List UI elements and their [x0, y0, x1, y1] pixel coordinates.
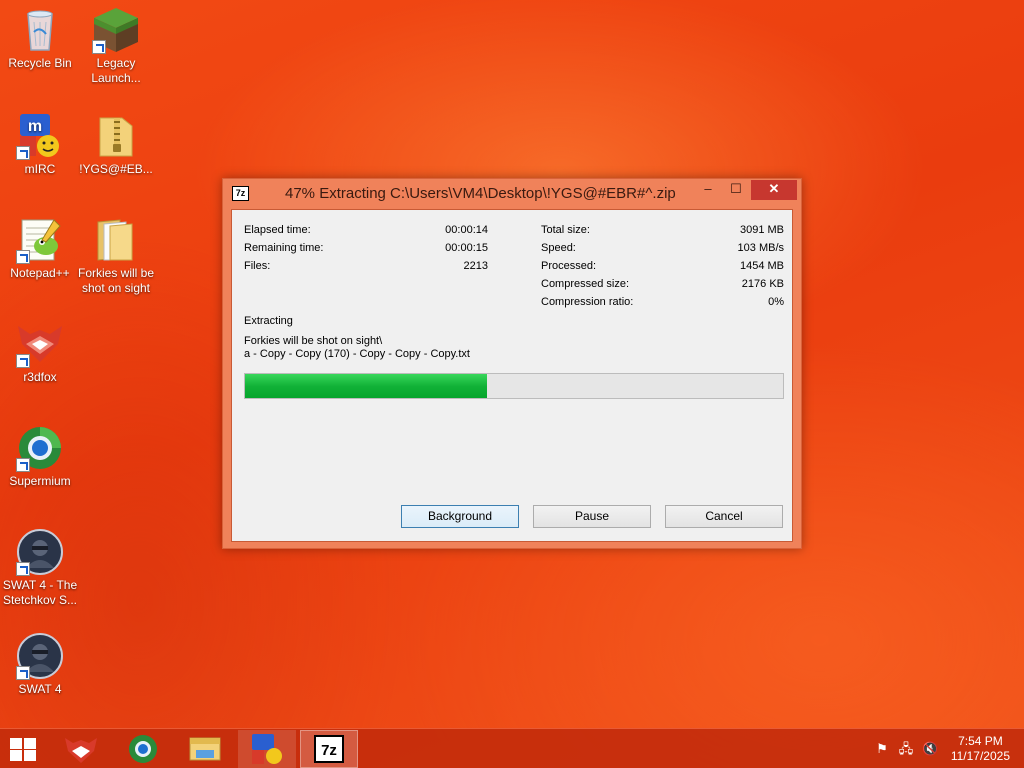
windows-logo-icon — [24, 750, 36, 761]
files-value: 2213 — [463, 260, 488, 272]
taskbar-item-file-explorer[interactable] — [176, 730, 234, 768]
remaining-time-label: Remaining time: — [244, 242, 324, 254]
start-button[interactable] — [8, 737, 38, 761]
shortcut-arrow-icon — [16, 562, 30, 576]
taskbar: 7z ⚑ 🖧 🔇 7:54 PM 11/17/2025 — [0, 728, 1024, 768]
operation-label: Extracting — [244, 315, 293, 327]
mirc-icon: m — [16, 112, 64, 160]
volume-muted-icon[interactable]: 🔇 — [922, 741, 938, 757]
shortcut-arrow-icon — [16, 146, 30, 160]
processed-label: Processed: — [541, 260, 597, 272]
svg-text:m: m — [28, 118, 42, 135]
notepad-plus-plus-icon — [16, 216, 64, 264]
file-explorer-icon — [189, 737, 221, 761]
network-icon[interactable]: 🖧 — [898, 741, 914, 757]
desktop-icon-swat4-stetchkov[interactable]: SWAT 4 - The Stetchkov S... — [0, 528, 80, 608]
desktop-icon-notepad-plus-plus[interactable]: Notepad++ — [0, 216, 80, 281]
svg-text:7z: 7z — [321, 742, 337, 759]
taskbar-item-mirc[interactable] — [238, 730, 296, 768]
compressed-size-label: Compressed size: — [541, 278, 630, 290]
shortcut-arrow-icon — [16, 458, 30, 472]
swat4-icon — [16, 632, 64, 680]
desktop-icon-supermium[interactable]: Supermium — [0, 424, 80, 489]
windows-logo-icon — [24, 738, 36, 749]
taskbar-item-r3dfox[interactable] — [52, 730, 110, 768]
elapsed-time-label: Elapsed time: — [244, 224, 311, 236]
extract-progress-window[interactable]: 7z 47% Extracting C:\Users\VM4\Desktop\!… — [222, 178, 802, 549]
supermium-icon — [129, 735, 157, 763]
desktop-icon-swat4[interactable]: SWAT 4 — [0, 632, 80, 697]
pause-button[interactable]: Pause — [533, 505, 651, 528]
minimize-button[interactable]: – — [695, 180, 721, 200]
processed-value: 1454 MB — [739, 260, 784, 272]
elapsed-time-value: 00:00:14 — [445, 224, 488, 236]
title-bar[interactable]: 7z 47% Extracting C:\Users\VM4\Desktop\!… — [223, 179, 801, 209]
mirc-icon — [252, 734, 282, 764]
desktop-icon-mirc[interactable]: m mIRC — [0, 112, 80, 177]
compressed-size-value: 2176 KB — [741, 278, 784, 290]
total-size-value: 3091 MB — [739, 224, 784, 236]
clock-time: 7:54 PM — [958, 734, 1003, 748]
desktop-icon-label: SWAT 4 — [18, 682, 62, 696]
folder-icon — [92, 216, 140, 264]
desktop-icon-zip-archive[interactable]: !YGS@#EB... — [76, 112, 156, 177]
desktop-icon-recycle-bin[interactable]: Recycle Bin — [0, 6, 80, 71]
window-title: 47% Extracting C:\Users\VM4\Desktop\!YGS… — [285, 185, 676, 202]
system-clock[interactable]: 7:54 PM 11/17/2025 — [951, 734, 1010, 764]
cancel-button[interactable]: Cancel — [665, 505, 783, 528]
progress-bar — [244, 373, 784, 399]
minecraft-grass-block-icon — [92, 6, 140, 54]
current-file-text: a - Copy - Copy (170) - Copy - Copy - Co… — [244, 348, 470, 360]
total-size-label: Total size: — [541, 224, 590, 236]
remaining-time-value: 00:00:15 — [445, 242, 488, 254]
7zip-icon: 7z — [314, 735, 344, 763]
7zip-app-icon[interactable]: 7z — [232, 186, 249, 201]
desktop-icon-label: Supermium — [9, 474, 71, 488]
desktop-icon-label: Forkies will be shot on sight — [77, 266, 155, 295]
zip-folder-icon — [92, 112, 140, 160]
speed-label: Speed: — [541, 242, 576, 254]
taskbar-item-supermium[interactable] — [114, 730, 172, 768]
shortcut-arrow-icon — [16, 250, 30, 264]
desktop-icon-label: Legacy Launch... — [91, 56, 141, 85]
shortcut-arrow-icon — [16, 666, 30, 680]
background-button[interactable]: Background — [401, 505, 519, 528]
compression-ratio-label: Compression ratio: — [541, 296, 634, 308]
files-label: Files: — [244, 260, 271, 272]
desktop-icon-forkies-folder[interactable]: Forkies will be shot on sight — [76, 216, 156, 296]
r3dfox-icon — [65, 738, 97, 763]
desktop-icon-label: Recycle Bin — [8, 56, 72, 70]
desktop-icon-legacy-launcher[interactable]: Legacy Launch... — [76, 6, 156, 86]
shortcut-arrow-icon — [16, 354, 30, 368]
desktop-icon-label: mIRC — [24, 162, 56, 176]
taskbar-item-7zip[interactable]: 7z — [300, 730, 358, 768]
desktop-icon-label: SWAT 4 - The Stetchkov S... — [2, 578, 78, 607]
windows-logo-icon — [10, 750, 22, 761]
progress-bar-fill — [245, 374, 488, 398]
progress-panel: Elapsed time: 00:00:14 Remaining time: 0… — [231, 209, 793, 542]
r3dfox-icon — [16, 320, 64, 368]
recycle-bin-icon — [16, 6, 64, 54]
swat4-icon — [16, 528, 64, 576]
action-center-flag-icon[interactable]: ⚑ — [874, 741, 890, 757]
compression-ratio-value: 0% — [768, 296, 784, 308]
shortcut-arrow-icon — [92, 40, 106, 54]
current-folder-text: Forkies will be shot on sight\ — [244, 335, 383, 347]
clock-date: 11/17/2025 — [950, 749, 1010, 763]
desktop-icon-label: r3dfox — [23, 370, 57, 384]
speed-value: 103 MB/s — [737, 242, 784, 254]
desktop-icon-label: Notepad++ — [10, 266, 70, 280]
maximize-button[interactable]: ☐ — [723, 180, 749, 200]
windows-logo-icon — [10, 738, 22, 749]
desktop-icon-label: !YGS@#EB... — [79, 162, 153, 176]
supermium-icon — [16, 424, 64, 472]
desktop-icon-r3dfox[interactable]: r3dfox — [0, 320, 80, 385]
close-button[interactable]: ✕ — [751, 180, 797, 200]
